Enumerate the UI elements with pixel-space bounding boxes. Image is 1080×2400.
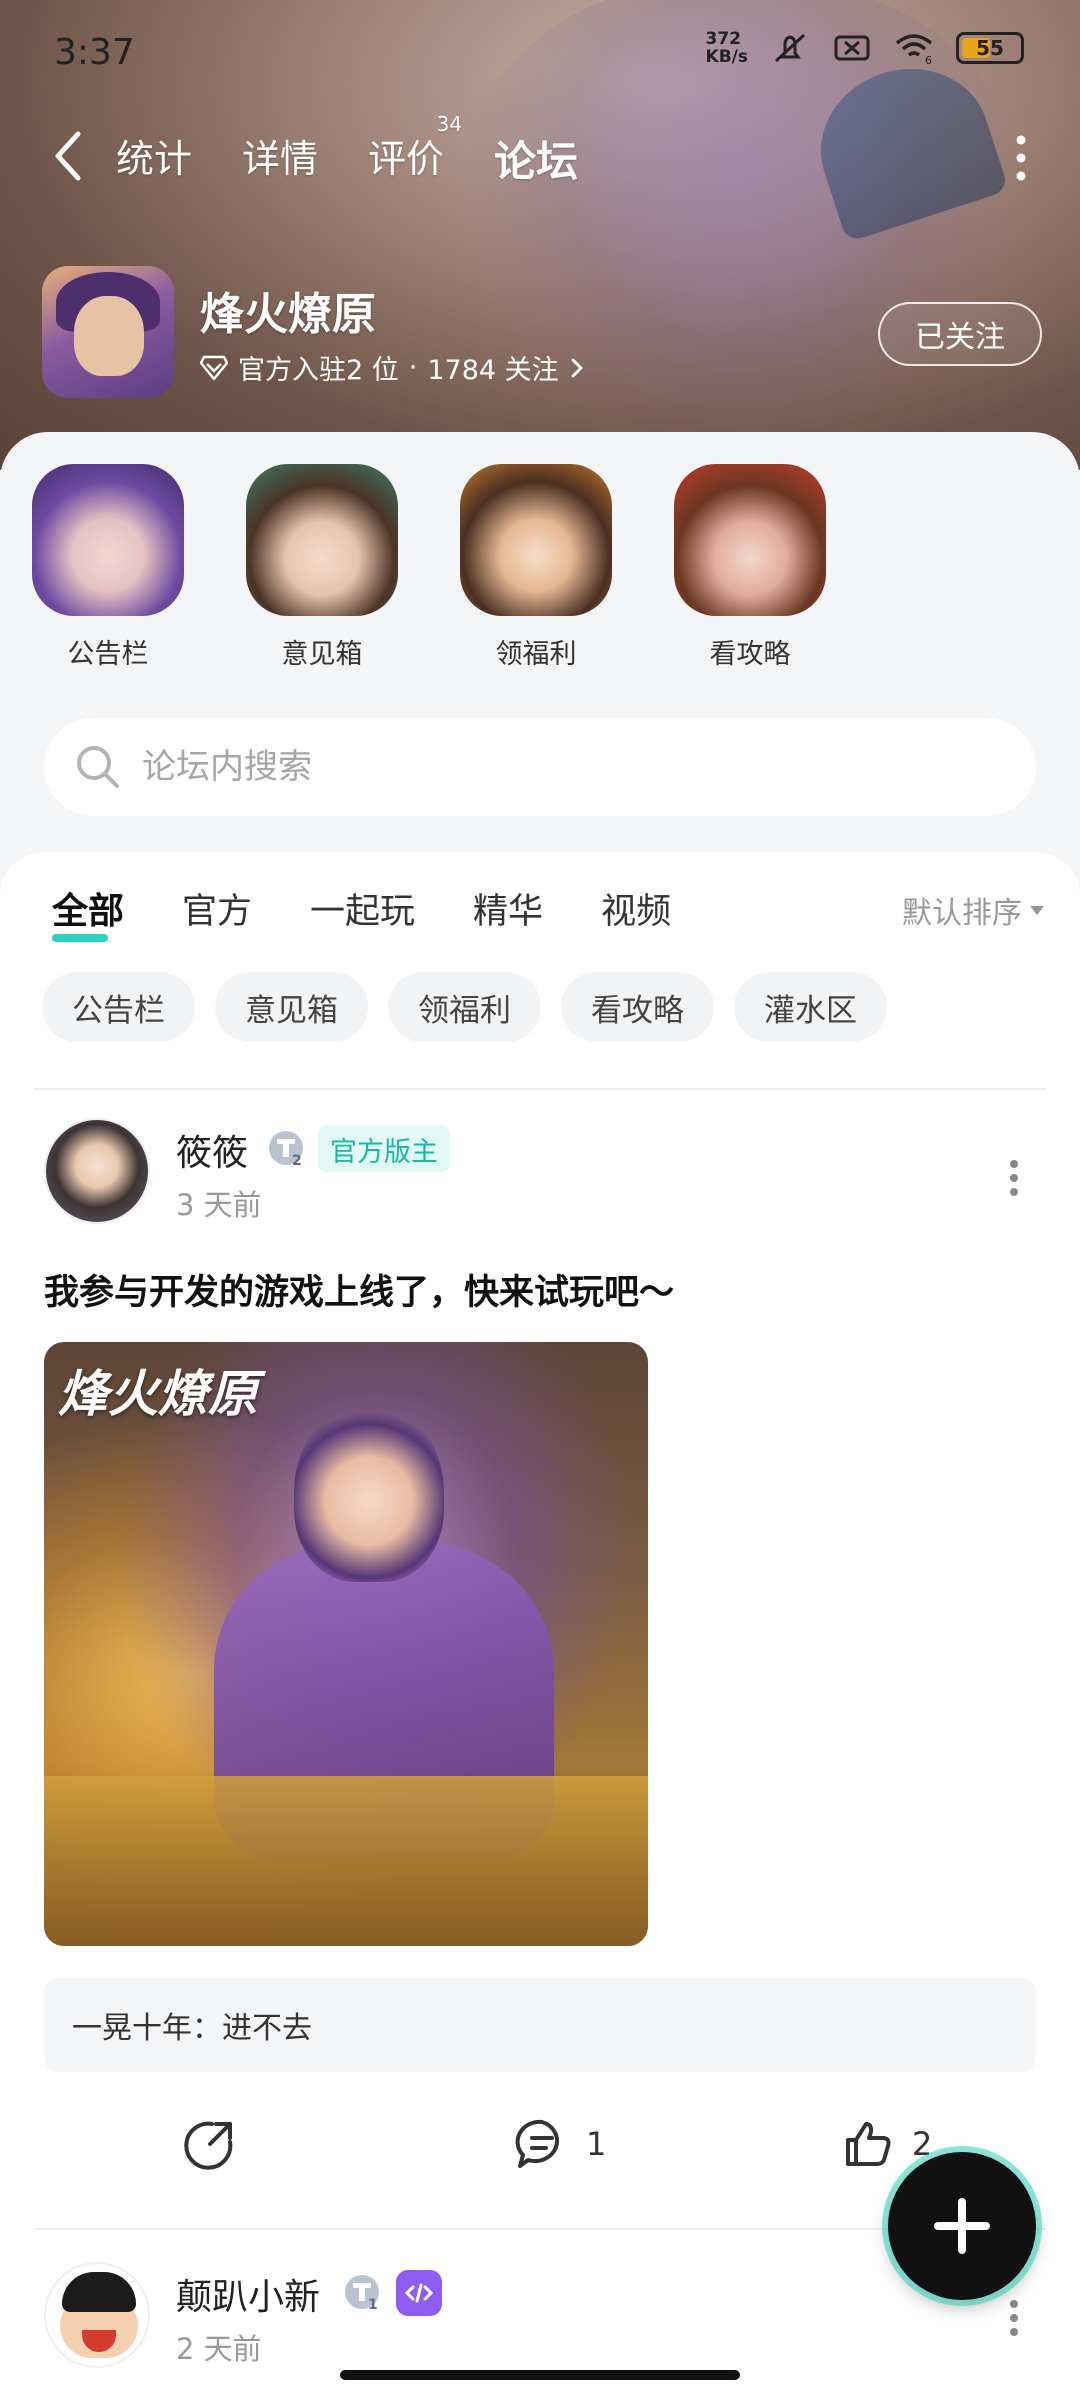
post-image[interactable]: 烽火燎原	[44, 1342, 648, 1946]
followed-button[interactable]: 已关注	[878, 302, 1042, 366]
share-button[interactable]	[182, 2116, 238, 2172]
post-title[interactable]: 我参与开发的游戏上线了，快来试玩吧～	[44, 1264, 674, 1315]
author-name[interactable]: 颠趴小新	[176, 2268, 320, 2320]
chip-feedback[interactable]: 意见箱	[215, 972, 368, 1042]
top-comment-preview[interactable]: 一晃十年：进不去	[44, 1978, 1036, 2072]
status-time: 3:37	[54, 32, 135, 73]
tab-forum[interactable]: 论坛	[494, 122, 579, 195]
avatar[interactable]	[44, 1118, 150, 1224]
mute-icon	[774, 33, 806, 63]
sim-off-icon	[834, 35, 870, 61]
status-icons: 372 KB/s 6 55	[706, 30, 1024, 66]
developer-badge-icon	[396, 2270, 442, 2316]
moderator-badge: 官方版主	[318, 1126, 450, 1172]
level-number: 1	[368, 2297, 378, 2312]
filter-tab-official[interactable]: 官方	[182, 883, 252, 934]
game-hero-header: 3:37 372 KB/s 6 55 统计 详情 评价 34 论坛 烽火燎原 官…	[0, 0, 1080, 470]
filter-tab-featured[interactable]: 精华	[473, 883, 543, 934]
tab-details[interactable]: 详情	[242, 122, 318, 195]
like-button[interactable]: 2	[840, 2116, 932, 2172]
comment-count: 1	[586, 2125, 607, 2163]
tab-reviews[interactable]: 评价 34	[368, 112, 462, 195]
like-count: 2	[912, 2125, 933, 2163]
game-logo-text: 烽火燎原	[58, 1365, 258, 1423]
search-icon	[77, 746, 119, 788]
network-speed: 372 KB/s	[705, 29, 748, 67]
diamond-icon	[200, 355, 228, 380]
chip-announcements[interactable]: 公告栏	[42, 972, 195, 1042]
post-time: 3 天前	[176, 1188, 262, 1222]
reviews-count-badge: 34	[436, 112, 463, 136]
wifi-icon: 6	[895, 34, 933, 65]
code-icon	[404, 2283, 434, 2303]
more-options-icon[interactable]	[1014, 128, 1028, 188]
post-author-row: 颠趴小新 1 2 天前	[44, 2262, 1044, 2372]
follower-count: 1784 关注	[427, 355, 559, 386]
chip-guides[interactable]: 看攻略	[561, 972, 714, 1042]
avatar[interactable]	[44, 2262, 150, 2368]
channel-label: 意见箱	[281, 639, 363, 670]
chevron-right-icon	[571, 358, 583, 377]
divider	[34, 1088, 1046, 1090]
game-info-row: 烽火燎原 官方入驻2 位 · 1784 关注 已关注	[42, 266, 1042, 401]
forum-search-bar[interactable]	[44, 718, 1036, 816]
post-more-icon[interactable]	[1008, 2298, 1020, 2338]
thumbs-up-icon	[846, 2122, 891, 2166]
post-author-row: 筱筱 2 官方版主 3 天前	[44, 1118, 1044, 1228]
create-post-button[interactable]	[888, 2152, 1036, 2300]
wifi-standard-label: 6	[925, 54, 932, 65]
chip-chat[interactable]: 灌水区	[734, 972, 887, 1042]
status-bar: 3:37 372 KB/s 6 55	[0, 0, 1080, 100]
forum-content: 公告栏 意见箱 领福利 看攻略 全部 官方 一起玩 精华 视频	[0, 432, 1080, 2400]
home-indicator[interactable]	[340, 2370, 740, 2380]
chip-rewards[interactable]: 领福利	[388, 972, 541, 1042]
filter-tabs: 全部 官方 一起玩 精华 视频	[52, 882, 671, 942]
channel-label: 看攻略	[709, 639, 791, 670]
channel-avatar	[32, 464, 184, 616]
level-badge-icon: 2	[269, 1131, 303, 1168]
channel-label: 公告栏	[67, 639, 149, 670]
game-meta-link[interactable]: 官方入驻2 位 · 1784 关注	[200, 348, 585, 387]
nav-tabs: 统计 详情 评价 34 论坛	[116, 112, 579, 195]
channel-avatar	[246, 464, 398, 616]
channel-rewards[interactable]: 领福利	[460, 464, 612, 671]
channel-avatar	[674, 464, 826, 616]
search-input[interactable]	[142, 747, 962, 787]
channel-label: 领福利	[495, 639, 577, 670]
sort-dropdown[interactable]: 默认排序	[902, 888, 1044, 932]
sort-label: 默认排序	[902, 896, 1022, 931]
game-icon[interactable]	[42, 266, 174, 398]
top-nav: 统计 详情 评价 34 论坛	[0, 110, 1080, 200]
official-rank-text: 官方入驻2 位	[238, 355, 399, 386]
battery-icon: 55	[956, 32, 1024, 64]
plus-icon	[934, 2198, 990, 2254]
back-arrow-icon[interactable]	[48, 126, 88, 186]
caret-down-icon	[1030, 905, 1044, 915]
post-time: 2 天前	[176, 2332, 262, 2366]
meta-separator: ·	[408, 352, 418, 383]
comment-icon	[515, 2119, 560, 2168]
channel-feedback[interactable]: 意见箱	[246, 464, 398, 671]
comment-button[interactable]: 1	[514, 2116, 606, 2172]
level-badge-icon: 1	[345, 2275, 379, 2312]
game-title: 烽火燎原	[200, 289, 376, 340]
tab-reviews-label: 评价	[368, 137, 445, 181]
channel-guides[interactable]: 看攻略	[674, 464, 826, 671]
level-number: 2	[292, 1153, 302, 1168]
channel-announcements[interactable]: 公告栏	[32, 464, 184, 671]
filter-tab-all[interactable]: 全部	[52, 882, 124, 942]
channel-avatar	[460, 464, 612, 616]
author-name[interactable]: 筱筱	[176, 1124, 248, 1176]
channel-shortcuts: 公告栏 意见箱 领福利 看攻略	[32, 464, 826, 671]
tab-stats[interactable]: 统计	[116, 122, 192, 195]
battery-percent: 55	[976, 36, 1004, 60]
filter-tab-video[interactable]: 视频	[601, 883, 671, 934]
post-more-icon[interactable]	[1008, 1158, 1020, 1198]
category-chips: 公告栏 意见箱 领福利 看攻略 灌水区	[42, 972, 887, 1042]
share-icon	[184, 2121, 233, 2170]
filter-tab-play-together[interactable]: 一起玩	[310, 883, 415, 934]
